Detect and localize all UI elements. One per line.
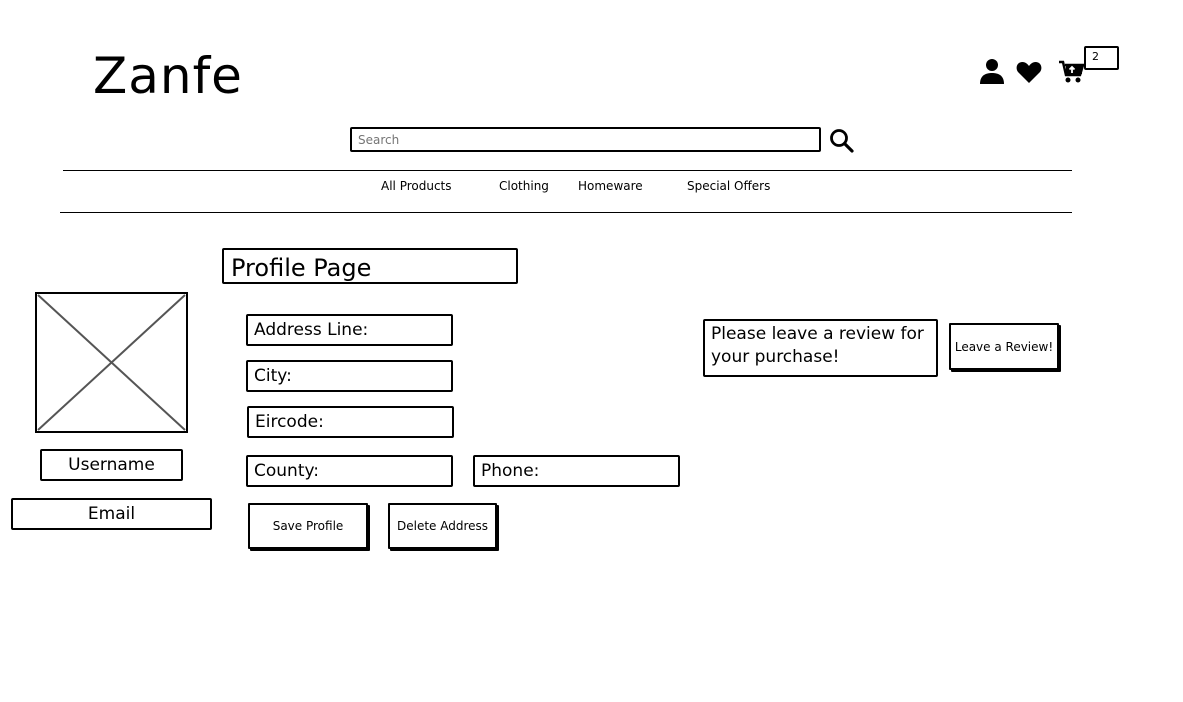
nav-item-all-products[interactable]: All Products — [381, 178, 452, 194]
page-title: Profile Page — [222, 248, 518, 284]
site-logo[interactable]: Zanfe — [93, 46, 243, 106]
eircode-field[interactable]: Eircode: — [247, 406, 454, 438]
leave-review-button[interactable]: Leave a Review! — [949, 323, 1059, 370]
nav-item-special-offers[interactable]: Special Offers — [687, 178, 770, 194]
nav-item-homeware[interactable]: Homeware — [578, 178, 643, 194]
search-icon[interactable] — [828, 127, 856, 155]
search-input[interactable] — [350, 127, 821, 152]
nav-bottom-divider — [60, 212, 1072, 213]
cart-count-badge: 2 — [1084, 46, 1119, 70]
heart-icon[interactable] — [1015, 58, 1043, 86]
avatar-image-placeholder[interactable] — [35, 292, 188, 433]
nav-top-divider — [63, 170, 1072, 171]
user-icon[interactable] — [978, 57, 1006, 85]
review-prompt: Please leave a review for your purchase! — [703, 319, 938, 377]
save-profile-button[interactable]: Save Profile — [248, 503, 368, 549]
cart-icon[interactable] — [1058, 58, 1086, 86]
nav-item-clothing[interactable]: Clothing — [499, 178, 549, 194]
address-line-field[interactable]: Address Line: — [246, 314, 453, 346]
phone-field[interactable]: Phone: — [473, 455, 680, 487]
delete-address-button[interactable]: Delete Address — [388, 503, 497, 549]
username-field[interactable]: Username — [40, 449, 183, 481]
city-field[interactable]: City: — [246, 360, 453, 392]
county-field[interactable]: County: — [246, 455, 453, 487]
email-field[interactable]: Email — [11, 498, 212, 530]
